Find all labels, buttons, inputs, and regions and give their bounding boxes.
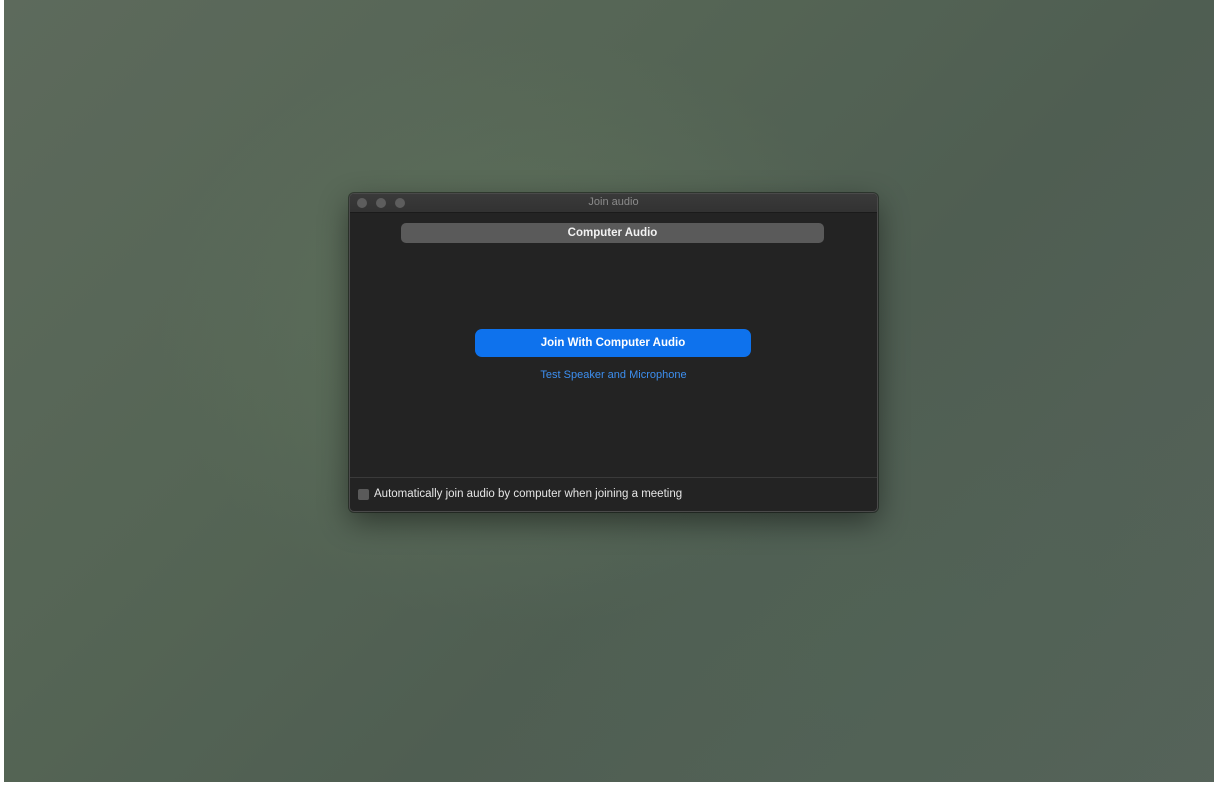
join-with-computer-audio-button[interactable]: Join With Computer Audio — [475, 329, 751, 357]
footer-divider — [350, 477, 877, 478]
test-speaker-microphone-link-label[interactable]: Test Speaker and Microphone — [540, 369, 686, 381]
auto-join-row: Automatically join audio by computer whe… — [358, 487, 682, 501]
auto-join-checkbox[interactable] — [358, 488, 369, 500]
window-title: Join audio — [588, 196, 639, 208]
test-speaker-microphone-link: Test Speaker and Microphone — [350, 369, 877, 381]
title-bar[interactable]: Join audio — [350, 194, 877, 213]
join-audio-dialog: Join audio Computer Audio Join With Comp… — [349, 193, 878, 512]
tab-computer-audio[interactable]: Computer Audio — [401, 223, 824, 243]
auto-join-label[interactable]: Automatically join audio by computer whe… — [374, 488, 682, 500]
